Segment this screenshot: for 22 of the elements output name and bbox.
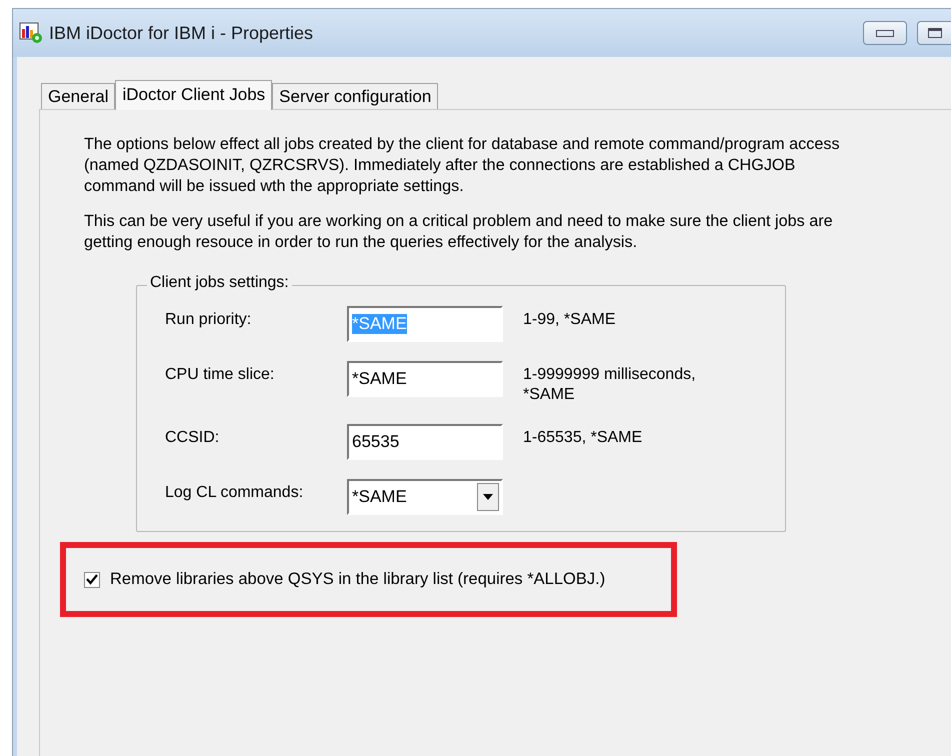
- field-hint: 1-99, *SAME: [523, 310, 616, 330]
- field-label: Log CL commands:: [165, 483, 304, 503]
- text-field[interactable]: *SAME: [347, 361, 503, 397]
- field-label: CPU time slice:: [165, 365, 276, 385]
- minimize-button[interactable]: [863, 21, 907, 45]
- remove-libraries-checkbox[interactable]: Remove libraries above QSYS in the library list (requires *ALLOBJ.): [84, 570, 606, 589]
- window-title: IBM iDoctor for IBM i - Properties: [49, 22, 314, 44]
- tab[interactable]: Server configuration: [272, 83, 438, 109]
- description-text: This can be very useful if you are working on a critical problem and need to make sure the client jobs are getting enough resouce in order to run the queries effectively for the analysis.: [84, 211, 834, 253]
- caret-icon: [483, 494, 493, 500]
- field-hint: 1-9999999 milliseconds, *SAME: [523, 365, 697, 405]
- field-hint: 1-65535, *SAME: [523, 428, 644, 448]
- app-icon: [19, 21, 43, 45]
- field-label: CCSID:: [165, 428, 220, 448]
- dropdown[interactable]: *SAME: [347, 479, 503, 515]
- maximize-button[interactable]: [917, 21, 951, 45]
- tab[interactable]: General: [41, 83, 116, 109]
- group-title: Client jobs settings:: [147, 274, 292, 292]
- tab[interactable]: iDoctor Client Jobs: [115, 80, 272, 110]
- text-field[interactable]: 65535: [347, 424, 503, 460]
- field-label: Run priority:: [165, 310, 252, 330]
- description-text: The options below effect all jobs created by the client for database and remote command/program access (named QZDASOINIT, QZRCSRVS). Immediately after the connections are established a CHGJOB command will be issued wth the appropriate settings.: [84, 134, 841, 197]
